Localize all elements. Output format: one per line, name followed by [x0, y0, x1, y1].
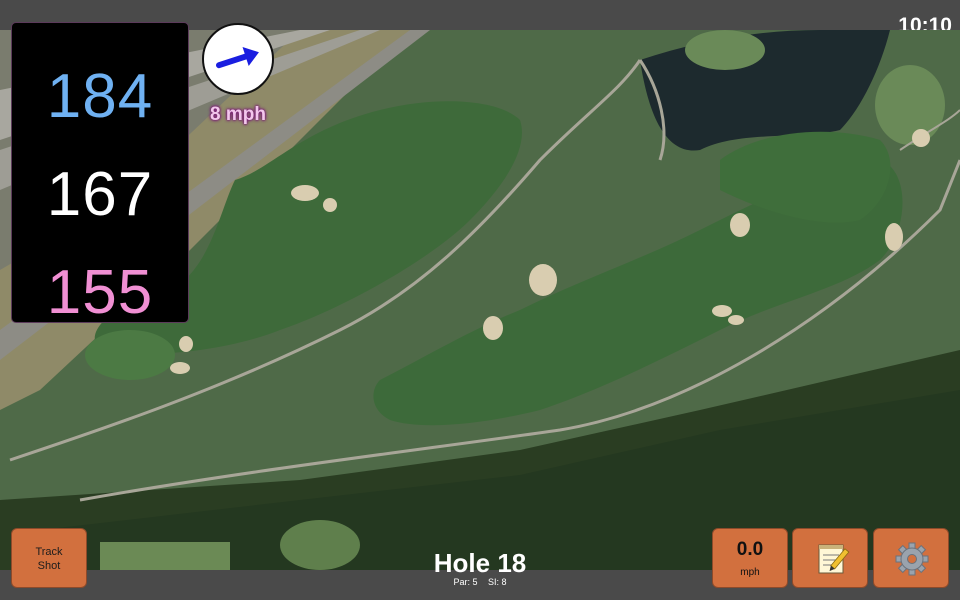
notes-button[interactable] [792, 528, 868, 588]
wind-speed-label: 8 mph [210, 104, 266, 125]
speed-value: 0.0 [736, 539, 764, 560]
distance-panel: 184 167 155 [11, 22, 189, 327]
notepad-icon [818, 544, 850, 574]
gear-icon [895, 542, 929, 576]
track-shot-button[interactable]: Track Shot [11, 528, 87, 588]
settings-button[interactable] [873, 528, 949, 588]
hole-meta: Par: 5 SI: 8 [380, 577, 580, 587]
hole-par: Par: 5 [453, 577, 478, 587]
speed-button[interactable]: 0.0 mph [712, 528, 788, 588]
hole-title: Hole 18 [433, 548, 527, 578]
speed-unit: mph [740, 567, 760, 578]
arrow-icon [215, 47, 259, 69]
wind-indicator [202, 23, 274, 95]
middle-distance: 167 [46, 160, 154, 229]
front-distance: 155 [46, 258, 154, 327]
track-shot-label-line2: Shot [37, 560, 61, 572]
track-shot-label-line1: Track [35, 546, 63, 558]
hole-stroke-index: SI: 8 [488, 577, 507, 587]
back-distance: 184 [46, 62, 154, 131]
